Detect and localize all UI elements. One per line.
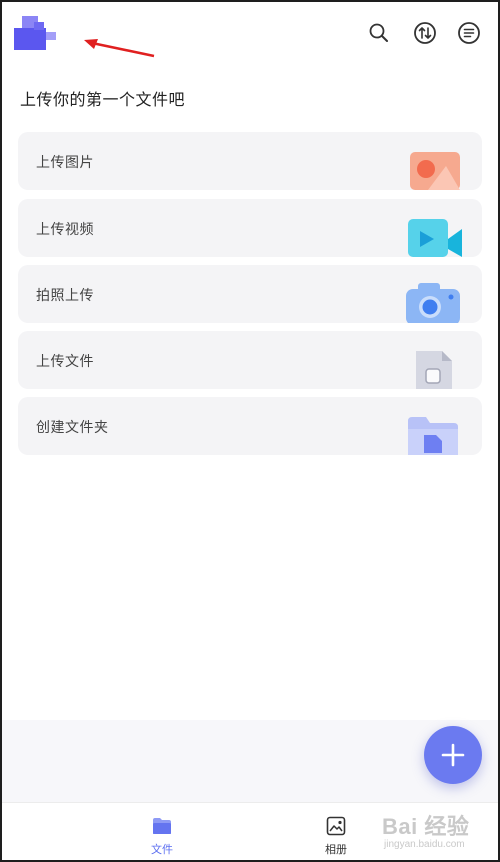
card-label: 上传图片	[36, 155, 94, 171]
upload-image-card[interactable]: 上传图片	[18, 132, 482, 190]
video-icon	[402, 209, 464, 257]
upload-file-card[interactable]: 上传文件	[18, 331, 482, 389]
camera-icon	[402, 275, 464, 323]
add-button[interactable]	[424, 726, 482, 784]
take-photo-card[interactable]: 拍照上传	[18, 265, 482, 323]
page-title: 上传你的第一个文件吧	[20, 90, 186, 109]
folder-icon	[151, 815, 173, 837]
watermark: Bai 经验 jingyan.baidu.com	[382, 805, 494, 857]
folder-icon	[402, 407, 464, 455]
file-icon	[402, 341, 464, 389]
card-label: 拍照上传	[36, 288, 94, 304]
image-icon	[402, 142, 464, 190]
tab-files[interactable]: 文件	[122, 803, 202, 860]
transfer-icon[interactable]	[412, 20, 438, 46]
plus-icon	[441, 743, 465, 767]
card-label: 创建文件夹	[36, 420, 109, 436]
card-label: 上传文件	[36, 354, 94, 370]
nav-label: 文件	[151, 843, 173, 856]
tab-album[interactable]: 相册	[296, 803, 376, 860]
card-label: 上传视频	[36, 222, 94, 238]
annotation-arrow	[82, 36, 156, 60]
create-folder-card[interactable]: 创建文件夹	[18, 397, 482, 455]
watermark-sub: jingyan.baidu.com	[384, 839, 465, 850]
menu-icon[interactable]	[456, 20, 482, 46]
nav-label: 相册	[325, 843, 347, 856]
search-icon[interactable]	[366, 20, 392, 46]
app-screen: 上传你的第一个文件吧 上传图片 上传视频 拍照上传 上传文件 创建文件夹 文件 …	[2, 2, 498, 860]
avatar[interactable]	[14, 16, 58, 50]
upload-video-card[interactable]: 上传视频	[18, 199, 482, 257]
album-icon	[325, 815, 347, 837]
header	[2, 2, 498, 80]
watermark-main: Bai 经验	[382, 814, 470, 839]
